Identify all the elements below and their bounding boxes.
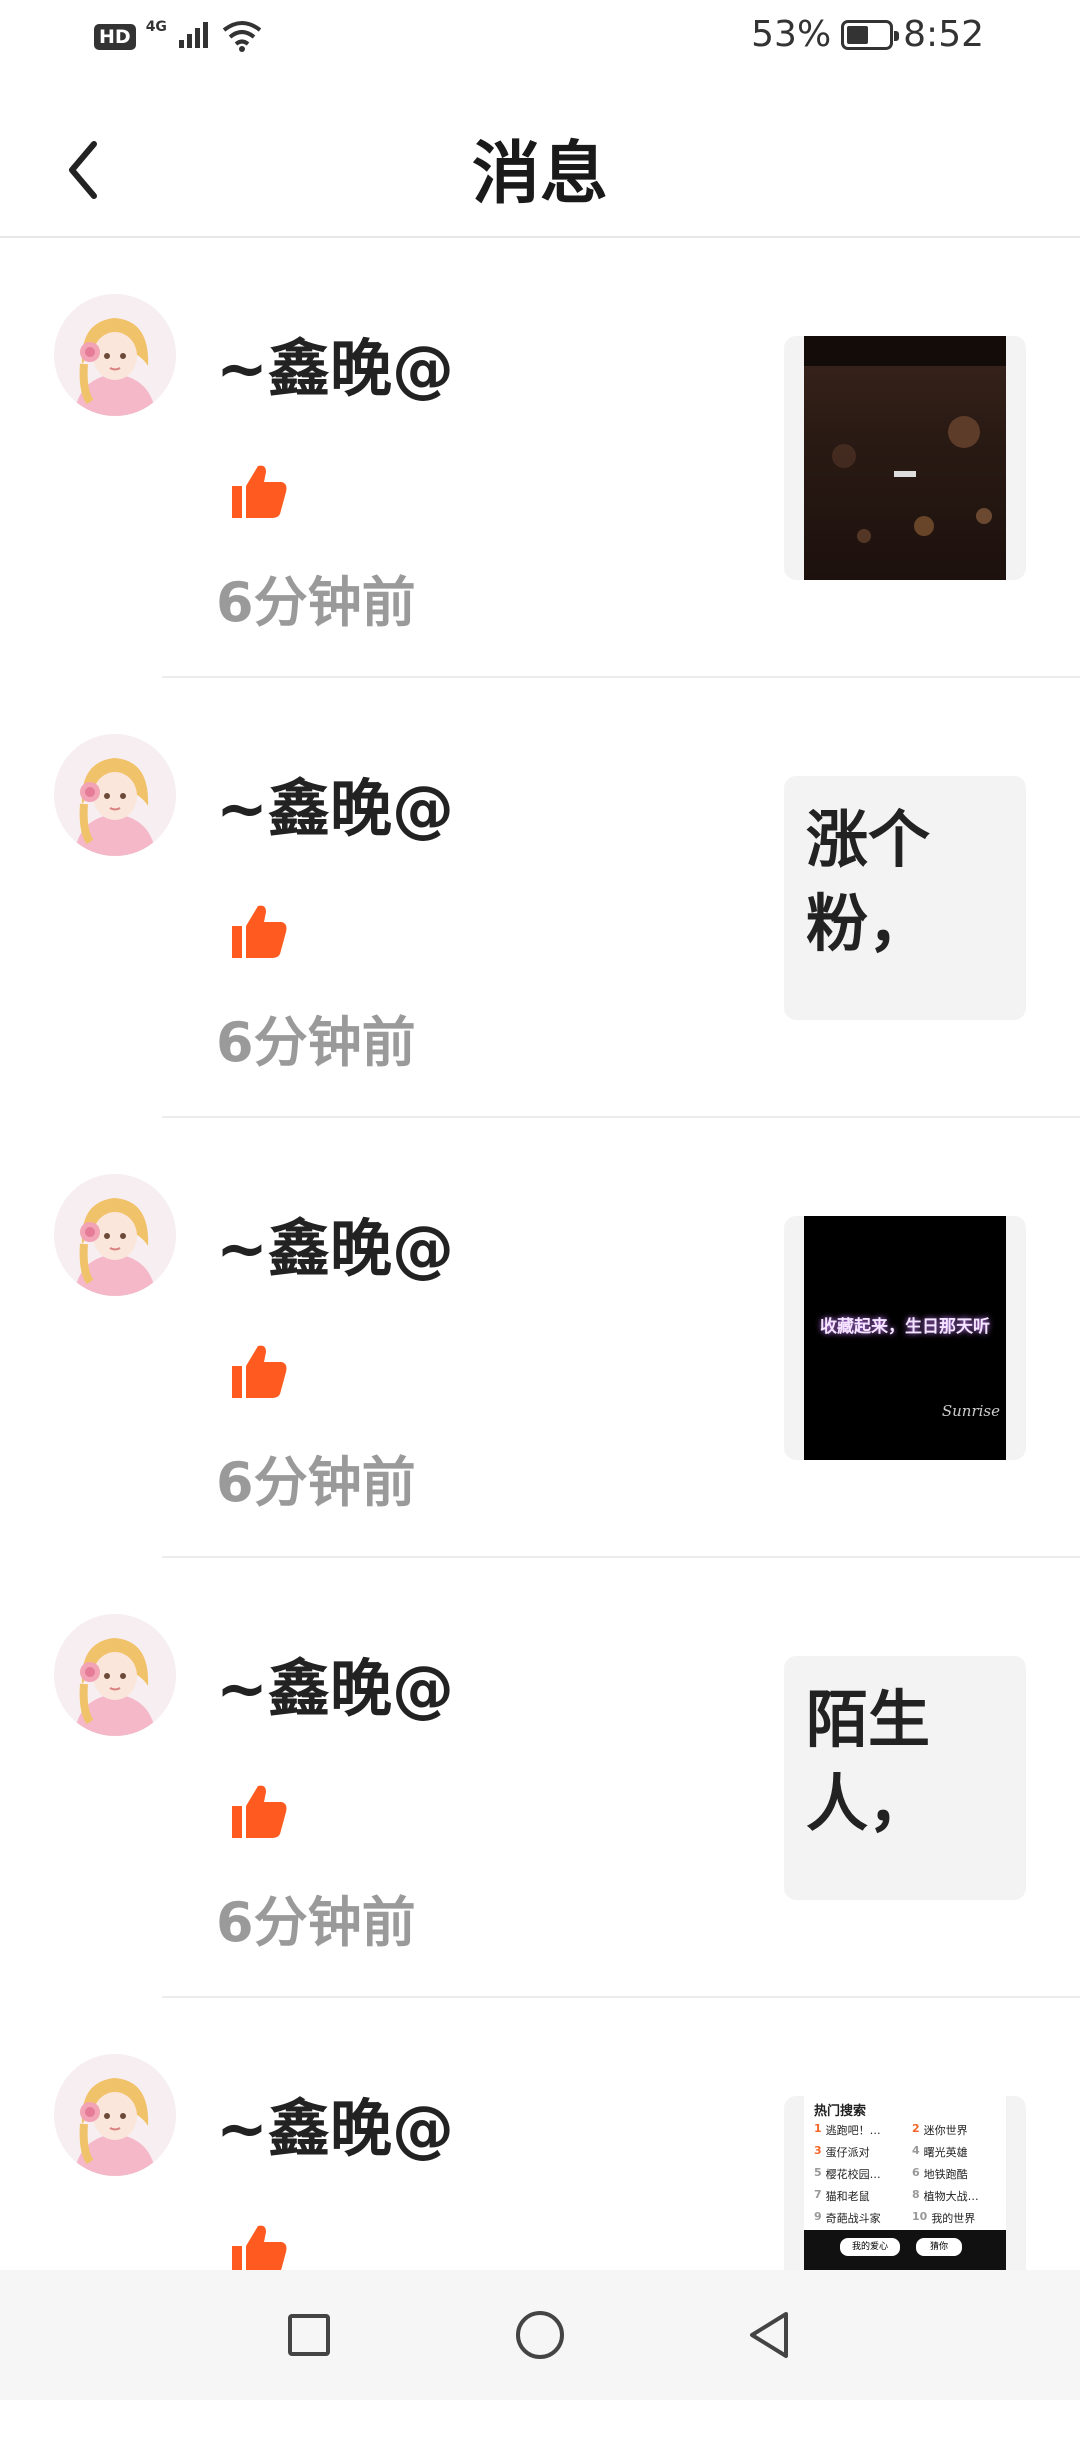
header: 消息 bbox=[0, 80, 1080, 238]
label: 奇葩战斗家 bbox=[825, 2212, 881, 2225]
hot-search-item: 3 蛋仔派对 bbox=[814, 2144, 906, 2160]
triangle-back-icon bbox=[750, 2312, 788, 2358]
hot-search-grid: 1 逃跑吧！… 2 迷你世界 3 蛋仔派对 4 曙光英雄 5 樱花校园… 6 地铁跑酷 7猫… bbox=[814, 2122, 1004, 2226]
thumbnail-signature: Sunrise bbox=[941, 1402, 1000, 1420]
list-item[interactable]: ~鑫晚@ 6分钟前 收藏起来，生日那天听 Sunrise bbox=[0, 1118, 1080, 1558]
hot-search-item: 2 迷你世界 bbox=[912, 2122, 1004, 2138]
clock: 8:52 bbox=[903, 14, 984, 55]
hot-search-item: 9 奇葩战斗家 bbox=[814, 2210, 906, 2226]
username[interactable]: ~鑫晚@ bbox=[216, 1198, 454, 1288]
hot-search-item: 1 逃跑吧！… bbox=[814, 2122, 906, 2138]
thumbnail-image: 收藏起来，生日那天听 Sunrise bbox=[804, 1216, 1006, 1460]
label: 逃跑吧！… bbox=[825, 2124, 881, 2137]
avatar[interactable] bbox=[54, 2054, 176, 2176]
rank: 7 bbox=[814, 2188, 822, 2201]
hot-search-title: 热门搜索 bbox=[814, 2104, 867, 2119]
label: 迷你世界 bbox=[923, 2124, 968, 2137]
signal-icon bbox=[177, 20, 211, 54]
avatar[interactable] bbox=[54, 1614, 176, 1736]
label: 植物大战… bbox=[923, 2190, 979, 2203]
wifi-icon bbox=[221, 18, 263, 56]
label: 蛋仔派对 bbox=[825, 2146, 870, 2159]
status-right: 53% 8:52 bbox=[751, 14, 984, 55]
post-thumbnail[interactable]: 陌生人， bbox=[784, 1656, 1026, 1900]
label: 曙光英雄 bbox=[923, 2146, 968, 2159]
avatar[interactable] bbox=[54, 734, 176, 856]
list-item[interactable]: ~鑫晚@ 6分钟前 涨个粉， bbox=[0, 678, 1080, 1118]
timestamp: 6分钟前 bbox=[216, 1891, 416, 1954]
post-thumbnail[interactable] bbox=[784, 336, 1026, 580]
system-back-button[interactable] bbox=[734, 2300, 804, 2370]
rank: 6 bbox=[912, 2166, 920, 2179]
system-nav-bar bbox=[0, 2270, 1080, 2400]
username[interactable]: ~鑫晚@ bbox=[216, 2078, 454, 2168]
hd-badge: HD bbox=[94, 24, 136, 50]
hot-search-item: 8 植物大战… bbox=[912, 2188, 1004, 2204]
label: 地铁跑酷 bbox=[923, 2168, 968, 2181]
thumbnail-caption: 收藏起来，生日那天听 bbox=[820, 1317, 990, 1337]
username[interactable]: ~鑫晚@ bbox=[216, 318, 454, 408]
username[interactable]: ~鑫晚@ bbox=[216, 758, 454, 848]
username[interactable]: ~鑫晚@ bbox=[216, 1638, 454, 1728]
rank: 10 bbox=[912, 2210, 928, 2223]
thumbnail-image bbox=[804, 336, 1006, 580]
label: 猫和老鼠 bbox=[825, 2190, 870, 2203]
timestamp: 6分钟前 bbox=[216, 571, 416, 634]
recents-button[interactable] bbox=[274, 2300, 344, 2370]
rank: 3 bbox=[814, 2144, 822, 2157]
list-item[interactable]: ~鑫晚@ 6分钟前 bbox=[0, 238, 1080, 678]
circle-icon bbox=[516, 2311, 564, 2359]
post-thumbnail[interactable]: 涨个粉， bbox=[784, 776, 1026, 1020]
timestamp: 6分钟前 bbox=[216, 1011, 416, 1074]
rank: 4 bbox=[912, 2144, 920, 2157]
label: 樱花校园… bbox=[825, 2168, 881, 2181]
label: 我的世界 bbox=[931, 2212, 976, 2225]
thumbnail-text: 陌生人， bbox=[806, 1683, 931, 1840]
thumbs-up-icon bbox=[228, 460, 290, 522]
battery-fill bbox=[847, 25, 869, 44]
square-icon bbox=[288, 2314, 330, 2356]
thumbs-up-icon bbox=[228, 900, 290, 962]
thumbs-up-icon bbox=[228, 1340, 290, 1402]
rank: 9 bbox=[814, 2210, 822, 2223]
battery-percent: 53% bbox=[751, 14, 832, 55]
rank: 1 bbox=[814, 2122, 822, 2135]
thumbs-up-icon bbox=[228, 1780, 290, 1842]
timestamp: 6分钟前 bbox=[216, 1451, 416, 1514]
network-type: 4G bbox=[145, 19, 167, 35]
status-bar: HD 4G 53% 8:52 bbox=[0, 0, 1080, 80]
hot-search-item: 7 猫和老鼠 bbox=[814, 2188, 906, 2204]
hot-search-item: 5 樱花校园… bbox=[814, 2166, 906, 2182]
page-title: 消息 bbox=[471, 135, 608, 214]
hot-search-item: 4 曙光英雄 bbox=[912, 2144, 1004, 2160]
rank: 2 bbox=[912, 2122, 920, 2135]
message-list[interactable]: ~鑫晚@ 6分钟前 ~鑫晚@ 6分钟前 涨个粉， ~鑫晚@ 6分钟前 收藏起来，… bbox=[0, 238, 1080, 2438]
hot-search-btn-left: 我的爱心 bbox=[840, 2238, 900, 2256]
home-button[interactable] bbox=[505, 2300, 575, 2370]
rank: 5 bbox=[814, 2166, 822, 2179]
battery-icon bbox=[841, 19, 900, 50]
avatar[interactable] bbox=[54, 1174, 176, 1296]
avatar[interactable] bbox=[54, 294, 176, 416]
rank: 8 bbox=[912, 2188, 920, 2201]
hot-search-btn-right: 猜你 bbox=[916, 2238, 962, 2256]
thumbnail-text: 涨个粉， bbox=[806, 803, 931, 960]
post-thumbnail[interactable]: 收藏起来，生日那天听 Sunrise bbox=[784, 1216, 1026, 1460]
hot-search-item: 10 我的世界 bbox=[912, 2210, 1004, 2226]
hot-search-item: 6 地铁跑酷 bbox=[912, 2166, 1004, 2182]
status-left: HD 4G bbox=[94, 18, 263, 56]
list-item[interactable]: ~鑫晚@ 6分钟前 陌生人， bbox=[0, 1558, 1080, 1998]
